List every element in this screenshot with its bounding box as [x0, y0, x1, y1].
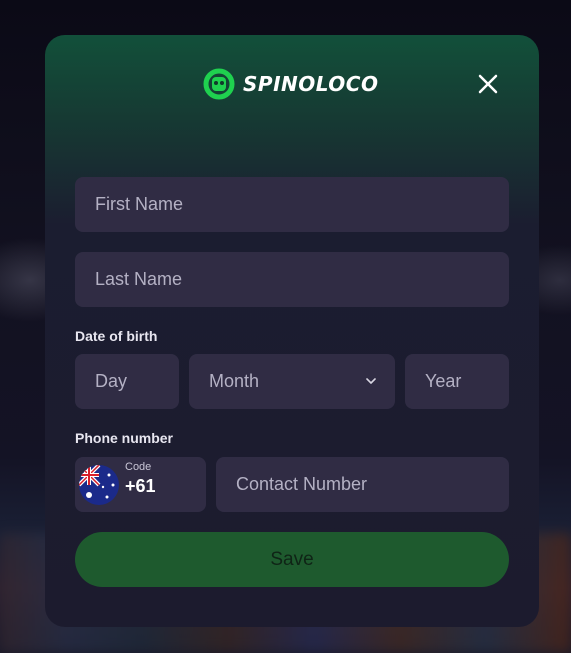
close-icon	[478, 74, 498, 94]
first-name-input[interactable]: First Name	[75, 177, 509, 232]
profile-modal: SPINOLOCO First Name Last Name Date of b…	[45, 35, 539, 627]
spinoloco-logo-icon	[203, 68, 235, 100]
month-select[interactable]: Month	[189, 354, 395, 409]
dob-label: Date of birth	[75, 328, 158, 344]
code-value: +61	[125, 476, 156, 496]
contact-number-placeholder: Contact Number	[236, 474, 368, 494]
last-name-input[interactable]: Last Name	[75, 252, 509, 307]
brand-logo: SPINOLOCO	[203, 68, 378, 100]
save-button[interactable]: Save	[75, 532, 509, 587]
last-name-placeholder: Last Name	[95, 269, 183, 289]
year-input[interactable]: Year	[405, 354, 509, 409]
close-button[interactable]	[475, 71, 501, 97]
code-label: Code	[125, 461, 152, 473]
country-code-select[interactable]: Code +61	[75, 457, 206, 512]
day-input[interactable]: Day	[75, 354, 179, 409]
month-placeholder: Month	[209, 371, 260, 391]
day-placeholder: Day	[95, 371, 128, 391]
save-button-label: Save	[270, 548, 314, 570]
first-name-placeholder: First Name	[95, 194, 184, 214]
brand-name: SPINOLOCO	[243, 72, 379, 96]
phone-label: Phone number	[75, 430, 174, 446]
year-placeholder: Year	[425, 371, 462, 391]
chevron-down-icon	[366, 378, 376, 384]
australia-flag-icon	[79, 465, 119, 505]
contact-number-input[interactable]: Contact Number	[216, 457, 509, 512]
